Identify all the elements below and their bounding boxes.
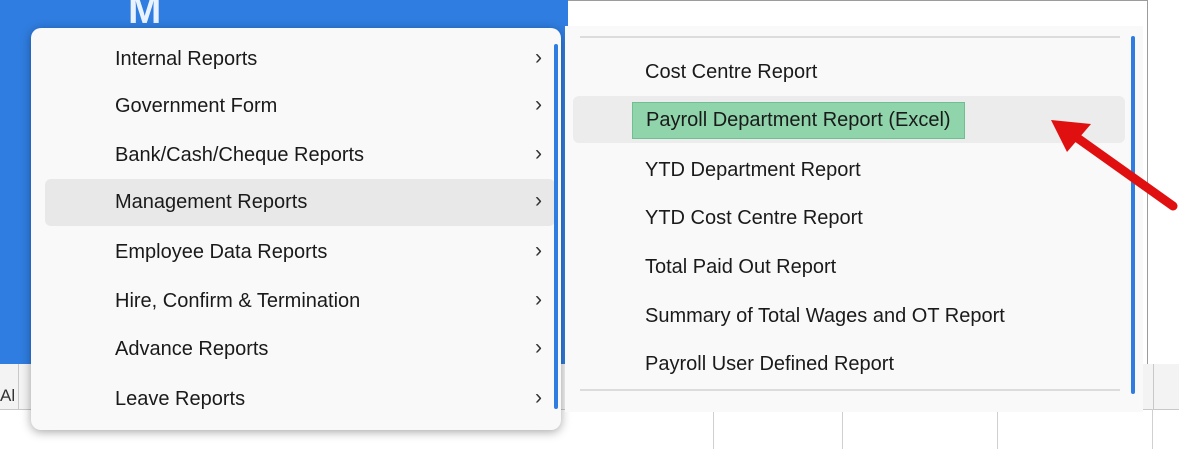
submenu-item-total-paid-out-report[interactable]: Total Paid Out Report	[573, 244, 1125, 291]
chevron-right-icon: ›	[535, 142, 542, 165]
column-divider	[713, 409, 714, 449]
column-divider	[842, 409, 843, 449]
menu-item-label: Advance Reports	[115, 338, 269, 360]
submenu-item-payroll-user-defined-report[interactable]: Payroll User Defined Report	[573, 341, 1125, 388]
submenu-item-label: YTD Department Report	[645, 159, 861, 181]
submenu-item-ytd-cost-centre-report[interactable]: YTD Cost Centre Report	[573, 195, 1125, 242]
menu-item-label: Employee Data Reports	[115, 241, 328, 263]
submenu-item-label: Cost Centre Report	[645, 61, 818, 83]
column-header-al[interactable]: Al	[0, 364, 19, 409]
reports-context-menu: Internal Reports › Government Form › Ban…	[31, 28, 561, 430]
menu-item-employee-data-reports[interactable]: Employee Data Reports ›	[45, 229, 555, 276]
menu-item-label: Hire, Confirm & Termination	[115, 290, 361, 312]
submenu-item-label: Summary of Total Wages and OT Report	[645, 305, 1005, 327]
menu-item-label: Government Form	[115, 95, 278, 117]
submenu-item-label: YTD Cost Centre Report	[645, 207, 863, 229]
submenu-item-summary-total-wages-ot-report[interactable]: Summary of Total Wages and OT Report	[573, 293, 1125, 340]
menu-item-hire-confirm-termination[interactable]: Hire, Confirm & Termination ›	[45, 278, 555, 325]
menu-item-label: Management Reports	[115, 191, 308, 213]
menu-item-advance-reports[interactable]: Advance Reports ›	[45, 326, 555, 373]
submenu-item-ytd-department-report[interactable]: YTD Department Report	[573, 147, 1125, 194]
red-arrow-icon	[1051, 120, 1178, 211]
chevron-right-icon: ›	[535, 189, 542, 212]
chevron-right-icon: ›	[535, 336, 542, 359]
submenu-item-label: Payroll User Defined Report	[645, 353, 894, 375]
submenu-separator-top	[580, 36, 1120, 38]
submenu-item-label: Total Paid Out Report	[645, 256, 837, 278]
chevron-right-icon: ›	[535, 93, 542, 116]
submenu-scrollbar[interactable]	[1131, 36, 1135, 394]
menu-item-government-form[interactable]: Government Form ›	[45, 83, 555, 130]
chevron-right-icon: ›	[535, 46, 542, 69]
menu-item-leave-reports[interactable]: Leave Reports ›	[45, 376, 555, 423]
submenu-item-cost-centre-report[interactable]: Cost Centre Report	[573, 49, 1125, 96]
column-divider	[997, 409, 998, 449]
menu-item-internal-reports[interactable]: Internal Reports ›	[45, 36, 555, 83]
chevron-right-icon: ›	[535, 239, 542, 262]
submenu-item-label-highlighted: Payroll Department Report (Excel)	[632, 102, 965, 139]
menu-item-bank-cash-cheque-reports[interactable]: Bank/Cash/Cheque Reports ›	[45, 132, 555, 179]
menu-item-label: Bank/Cash/Cheque Reports	[115, 144, 365, 166]
app-logo: M	[128, 0, 164, 32]
menu-item-label: Internal Reports	[115, 48, 258, 70]
chevron-right-icon: ›	[535, 288, 542, 311]
chevron-right-icon: ›	[535, 386, 542, 409]
menu-item-management-reports[interactable]: Management Reports ›	[45, 179, 555, 226]
submenu-separator-bottom	[580, 389, 1120, 391]
column-divider	[1152, 409, 1153, 449]
submenu-item-payroll-department-report-excel[interactable]: Payroll Department Report (Excel)	[573, 96, 1125, 143]
menu-item-label: Leave Reports	[115, 388, 246, 410]
menu-scrollbar[interactable]	[554, 44, 558, 409]
